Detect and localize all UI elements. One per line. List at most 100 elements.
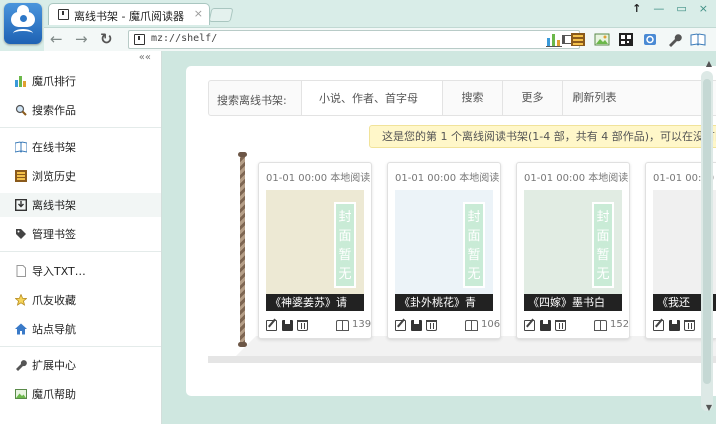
trash-icon[interactable] bbox=[426, 320, 437, 331]
edit-icon[interactable] bbox=[653, 320, 664, 331]
book-cover[interactable]: 封面暂无 bbox=[266, 190, 364, 302]
search-button[interactable]: 搜索 bbox=[442, 81, 502, 115]
shelf-notice: 这是您的第 1 个离线阅读书架(1-4 部，共有 4 部作品)，可以在没有网 bbox=[369, 125, 716, 148]
qr-code-icon[interactable] bbox=[618, 32, 634, 47]
book-title[interactable]: 《四嫁》墨书白 bbox=[524, 294, 622, 311]
book-cover[interactable]: 封面暂无 bbox=[395, 190, 493, 302]
sidebar-item-help[interactable]: 魔爪帮助 bbox=[0, 382, 161, 406]
book-card[interactable]: 01-01 00:00 本地阅读 封面暂无 《卦外桃花》青 106 bbox=[387, 162, 501, 339]
book-card[interactable]: 01-01 00:00 本地阅读 封面暂无 《四嫁》墨书白 152 bbox=[516, 162, 630, 339]
restore-button[interactable]: ▭ bbox=[676, 2, 686, 15]
sidebar-item-ranking[interactable]: 魔爪排行 bbox=[0, 69, 161, 93]
collapse-sidebar-button[interactable]: «« bbox=[139, 52, 151, 63]
refresh-list-button[interactable]: 刷新列表 bbox=[562, 81, 626, 115]
divider bbox=[0, 127, 161, 128]
book-icon[interactable] bbox=[690, 32, 706, 47]
tag-icon bbox=[16, 229, 26, 239]
sidebar-item-import-txt[interactable]: 导入TXT… bbox=[0, 259, 161, 283]
sidebar-item-history[interactable]: 浏览历史 bbox=[0, 164, 161, 188]
download-icon bbox=[15, 199, 27, 211]
wrench-icon[interactable] bbox=[666, 32, 682, 47]
save-icon[interactable] bbox=[411, 320, 422, 331]
save-icon[interactable] bbox=[282, 320, 293, 331]
sidebar-item-label: 管理书签 bbox=[32, 228, 76, 241]
sidebar-item-label: 魔爪帮助 bbox=[32, 388, 76, 401]
refresh-button[interactable]: ↻ bbox=[100, 30, 113, 48]
search-label: 搜索离线书架: bbox=[217, 94, 287, 107]
cover-label: 封面暂无 bbox=[592, 202, 614, 288]
browser-toolbar: ← → ↻ mz://shelf/ bbox=[44, 27, 716, 51]
open-book-icon[interactable] bbox=[594, 320, 607, 331]
shelf-rope bbox=[240, 154, 245, 346]
main-content: 搜索离线书架: 搜索 更多 刷新列表 这是您的第 1 个离线阅读书架(1-4 部… bbox=[162, 51, 716, 424]
book-date: 01-01 00:00 本地阅读 bbox=[266, 173, 371, 184]
trash-icon[interactable] bbox=[684, 320, 695, 331]
pin-button[interactable]: ↑ bbox=[632, 2, 641, 15]
cover-placeholder-text: 封面暂无 bbox=[338, 210, 352, 282]
read-count: 139 bbox=[352, 319, 372, 330]
sidebar-item-label: 导入TXT… bbox=[32, 265, 86, 278]
history-icon[interactable] bbox=[570, 32, 586, 47]
save-icon[interactable] bbox=[540, 320, 551, 331]
scroll-up-arrow-icon[interactable]: ▲ bbox=[706, 59, 712, 68]
book-actions: 139 bbox=[266, 319, 371, 333]
minimize-button[interactable]: — bbox=[653, 2, 664, 15]
sidebar-item-offline-shelf[interactable]: 离线书架 bbox=[0, 193, 161, 217]
tab-title: 离线书架 - 魔爪阅读器 bbox=[74, 10, 184, 23]
home-icon bbox=[15, 323, 27, 335]
read-count: 152 bbox=[610, 319, 630, 330]
edit-icon[interactable] bbox=[524, 320, 535, 331]
rope-knot-bottom bbox=[238, 342, 247, 347]
new-tab-button[interactable] bbox=[208, 8, 234, 22]
address-bar[interactable]: mz://shelf/ bbox=[128, 30, 580, 49]
tab-close-button[interactable]: × bbox=[194, 7, 203, 20]
read-count: 106 bbox=[481, 319, 501, 330]
book-actions: 152 bbox=[524, 319, 629, 333]
edit-icon[interactable] bbox=[395, 320, 406, 331]
open-book-icon[interactable] bbox=[465, 320, 478, 331]
bar-chart-icon bbox=[15, 76, 26, 87]
trash-icon[interactable] bbox=[555, 320, 566, 331]
app-logo-icon[interactable] bbox=[4, 3, 42, 44]
open-book-icon[interactable] bbox=[336, 320, 349, 331]
scroll-down-arrow-icon[interactable]: ▼ bbox=[706, 403, 712, 412]
download-icon bbox=[58, 9, 69, 20]
save-icon[interactable] bbox=[669, 320, 680, 331]
sidebar-item-label: 魔爪排行 bbox=[32, 75, 76, 88]
translate-icon[interactable] bbox=[642, 32, 658, 47]
history-icon bbox=[15, 170, 27, 182]
bar-chart-icon[interactable] bbox=[546, 32, 562, 47]
download-icon bbox=[134, 34, 145, 45]
close-button[interactable]: × bbox=[699, 2, 708, 15]
search-input[interactable] bbox=[301, 81, 442, 115]
sidebar-item-site-nav[interactable]: 站点导航 bbox=[0, 317, 161, 341]
browser-chrome: 离线书架 - 魔爪阅读器 × ↑ — ▭ × ← → ↻ mz://shelf/ bbox=[0, 0, 716, 51]
sidebar-item-favorites[interactable]: 爪友收藏 bbox=[0, 288, 161, 312]
book-title[interactable]: 《神婆姜苏》请 bbox=[266, 294, 364, 311]
more-button[interactable]: 更多 bbox=[502, 81, 562, 115]
book-card[interactable]: 01-01 00:00 本地阅读 封面暂无 《神婆姜苏》请 139 bbox=[258, 162, 372, 339]
sidebar-item-label: 爪友收藏 bbox=[32, 294, 76, 307]
book-date: 01-01 00:00 本地阅读 bbox=[395, 173, 500, 184]
trash-icon[interactable] bbox=[297, 320, 308, 331]
sidebar-item-label: 浏览历史 bbox=[32, 170, 76, 183]
divider bbox=[0, 346, 161, 347]
book-title[interactable]: 《卦外桃花》青 bbox=[395, 294, 493, 311]
back-button[interactable]: ← bbox=[50, 30, 63, 48]
scrollbar-thumb[interactable] bbox=[703, 79, 711, 384]
image-icon[interactable] bbox=[594, 32, 610, 47]
sidebar-item-label: 在线书架 bbox=[32, 141, 76, 154]
cover-placeholder-text: 封面暂无 bbox=[596, 210, 610, 282]
sidebar-item-extensions[interactable]: 扩展中心 bbox=[0, 353, 161, 377]
cover-label: 封面暂无 bbox=[463, 202, 485, 288]
sidebar-item-bookmarks[interactable]: 管理书签 bbox=[0, 222, 161, 246]
vertical-scrollbar[interactable] bbox=[701, 71, 713, 411]
sidebar-item-search[interactable]: 搜索作品 bbox=[0, 98, 161, 122]
edit-icon[interactable] bbox=[266, 320, 277, 331]
cover-placeholder-text: 封面暂无 bbox=[467, 210, 481, 282]
book-cover[interactable]: 封面暂无 bbox=[524, 190, 622, 302]
browser-tab[interactable]: 离线书架 - 魔爪阅读器 × bbox=[48, 3, 210, 25]
sidebar-item-online-shelf[interactable]: 在线书架 bbox=[0, 135, 161, 159]
sidebar: «« 魔爪排行 搜索作品 在线书架 浏览历史 离线书架 管理书签 导入TXT… … bbox=[0, 51, 162, 424]
forward-button[interactable]: → bbox=[75, 30, 88, 48]
